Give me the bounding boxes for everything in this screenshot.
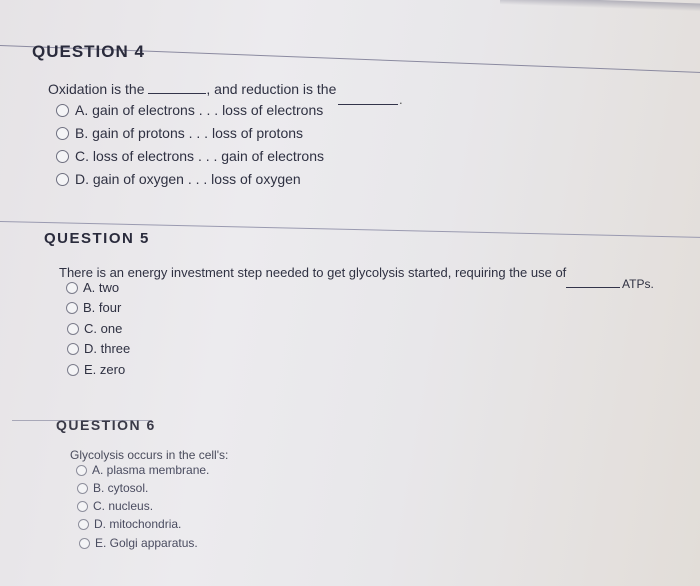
option-b[interactable]: B. cytosol. <box>77 481 148 495</box>
answer-blank <box>566 278 620 288</box>
prompt-text: Oxidation is the <box>48 81 145 97</box>
option-label: D. gain of oxygen . . . loss of oxygen <box>75 171 301 187</box>
radio-button[interactable] <box>56 149 69 163</box>
radio-button[interactable] <box>56 126 69 140</box>
option-label: B. cytosol. <box>93 481 149 495</box>
radio-button[interactable] <box>66 281 78 294</box>
radio-button[interactable] <box>78 518 89 530</box>
prompt-text: There is an energy investment step neede… <box>59 265 567 280</box>
prompt-text: ATPs. <box>622 277 654 291</box>
option-a[interactable]: A. two <box>66 280 119 295</box>
option-label: A. plasma membrane. <box>92 463 210 477</box>
option-a[interactable]: A. plasma membrane. <box>76 463 209 477</box>
option-label: E. zero <box>84 362 126 377</box>
prompt-end: . <box>399 92 403 107</box>
question-prompt: There is an energy investment step neede… <box>59 265 566 280</box>
prompt-text: , and reduction is the <box>206 81 337 97</box>
option-label: D. mitochondria. <box>94 517 182 531</box>
option-label: B. gain of protons . . . loss of protons <box>75 125 304 141</box>
option-a[interactable]: A. gain of electrons . . . loss of elect… <box>56 102 323 118</box>
option-label: A. two <box>83 280 120 295</box>
option-label: C. nucleus. <box>93 499 154 513</box>
radio-button[interactable] <box>67 363 79 376</box>
option-e[interactable]: E. zero <box>67 362 125 377</box>
question-prompt: Oxidation is the , and reduction is the <box>48 81 336 97</box>
radio-button[interactable] <box>56 172 69 186</box>
option-b[interactable]: B. gain of protons . . . loss of protons <box>56 125 303 141</box>
option-label: E. Golgi apparatus. <box>95 536 198 550</box>
radio-button[interactable] <box>76 464 87 476</box>
question-title: QUESTION 5 <box>44 230 150 247</box>
option-c[interactable]: C. loss of electrons . . . gain of elect… <box>56 148 324 164</box>
radio-button[interactable] <box>77 500 88 512</box>
option-label: C. loss of electrons . . . gain of elect… <box>75 148 325 164</box>
option-b[interactable]: B. four <box>66 300 121 315</box>
option-d[interactable]: D. mitochondria. <box>78 517 181 531</box>
option-d[interactable]: D. three <box>67 341 130 356</box>
radio-button[interactable] <box>77 482 88 494</box>
radio-button[interactable] <box>67 322 79 335</box>
radio-button[interactable] <box>67 342 79 355</box>
option-c[interactable]: C. one <box>67 321 122 336</box>
question-title: QUESTION 6 <box>56 417 156 433</box>
option-label: C. one <box>84 321 123 336</box>
option-e[interactable]: E. Golgi apparatus. <box>79 536 198 550</box>
option-label: A. gain of electrons . . . loss of elect… <box>75 102 324 118</box>
option-label: B. four <box>83 300 122 315</box>
question-title: QUESTION 4 <box>32 42 145 61</box>
option-c[interactable]: C. nucleus. <box>77 499 153 513</box>
option-label: D. three <box>84 341 131 356</box>
answer-blank <box>148 93 207 94</box>
option-d[interactable]: D. gain of oxygen . . . loss of oxygen <box>56 171 301 187</box>
radio-button[interactable] <box>66 301 78 314</box>
answer-blank <box>338 95 398 105</box>
question-prompt: Glycolysis occurs in the cell's: <box>70 448 229 462</box>
radio-button[interactable] <box>79 537 90 549</box>
radio-button[interactable] <box>56 103 69 117</box>
